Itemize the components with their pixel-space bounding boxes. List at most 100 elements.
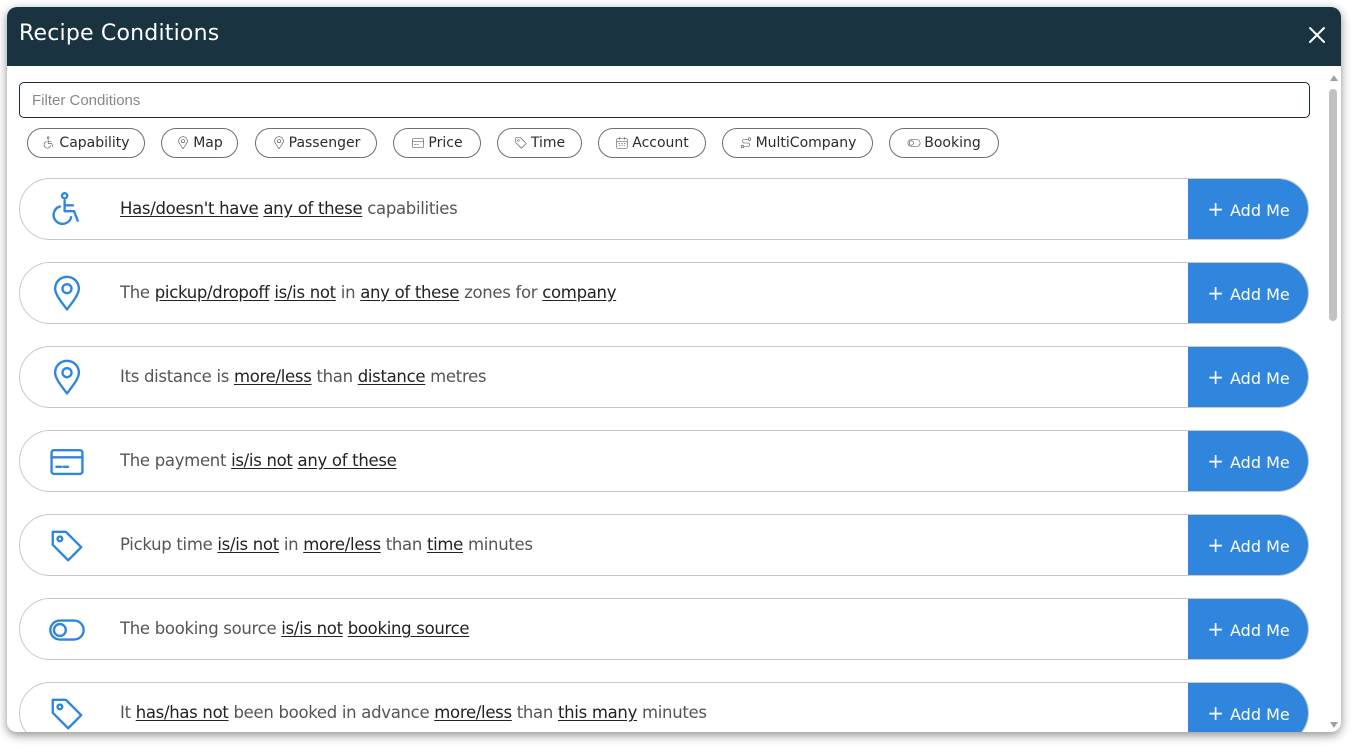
add-me-label: Add Me: [1230, 620, 1290, 640]
chip-label: Passenger: [288, 135, 361, 151]
scrollbar-thumb[interactable]: [1329, 89, 1337, 321]
dialog-header: Recipe Conditions: [7, 7, 1341, 66]
chip-booking[interactable]: Booking: [889, 128, 999, 158]
dialog-title: Recipe Conditions: [19, 21, 220, 46]
calendar-icon: [615, 136, 629, 150]
condition-parameter-link[interactable]: more/less: [434, 703, 512, 722]
add-me-label: Add Me: [1230, 536, 1290, 556]
wheelchair-icon: [52, 191, 79, 226]
tag-icon: [48, 527, 88, 565]
chip-price[interactable]: Price: [393, 128, 481, 158]
condition-text-segment: The booking source: [120, 619, 282, 638]
chip-map[interactable]: Map: [161, 128, 238, 158]
condition-row: Pickup time is/is not in more/less than …: [19, 514, 1309, 576]
add-me-label: Add Me: [1230, 452, 1290, 472]
wheelchair-icon: [48, 191, 88, 229]
tag-icon: [48, 695, 88, 732]
condition-text-segment: Pickup time: [120, 535, 218, 554]
condition-parameter-link[interactable]: is/is not: [231, 451, 293, 470]
condition-parameter-link[interactable]: has/has not: [136, 703, 229, 722]
chip-label: Price: [428, 135, 463, 151]
tag-icon: [515, 137, 527, 149]
toggle-icon: [49, 619, 85, 641]
condition-parameter-link[interactable]: more/less: [303, 535, 381, 554]
condition-parameter-link[interactable]: this many: [558, 703, 637, 722]
plus-icon: +: [1207, 197, 1225, 221]
condition-parameter-link[interactable]: Has/doesn't have: [120, 199, 259, 218]
condition-text-segment: than: [380, 535, 427, 554]
condition-text-segment: capabilities: [362, 199, 458, 218]
plus-icon: +: [1207, 365, 1225, 389]
condition-text-segment: zones for: [459, 283, 543, 302]
toggle-icon: [907, 139, 921, 147]
condition-text: Pickup time is/is not in more/less than …: [120, 535, 533, 554]
map-pin-icon: [53, 359, 81, 395]
credit-card-icon: [412, 138, 425, 148]
condition-text: The booking source is/is not booking sou…: [120, 619, 470, 638]
plus-icon: +: [1207, 281, 1225, 305]
add-me-label: Add Me: [1230, 200, 1290, 220]
condition-parameter-link[interactable]: booking source: [348, 619, 470, 638]
condition-parameter-link[interactable]: time: [427, 535, 463, 554]
condition-row: Has/doesn't have any of these capabiliti…: [19, 178, 1309, 240]
add-me-button[interactable]: + Add Me: [1188, 515, 1308, 575]
condition-parameter-link[interactable]: is/is not: [217, 535, 279, 554]
add-me-button[interactable]: + Add Me: [1188, 431, 1308, 491]
chip-capability[interactable]: Capability: [27, 128, 145, 158]
condition-parameter-link[interactable]: distance: [358, 367, 426, 386]
add-me-button[interactable]: + Add Me: [1188, 599, 1308, 659]
condition-text-segment: The payment: [120, 451, 232, 470]
map-pin-icon: [48, 359, 88, 397]
condition-text: Has/doesn't have any of these capabiliti…: [120, 199, 458, 218]
scroll-up-arrow-icon[interactable]: [1328, 73, 1340, 83]
condition-text: The pickup/dropoff is/is not in any of t…: [120, 283, 616, 302]
condition-parameter-link[interactable]: any of these: [298, 451, 397, 470]
condition-text-segment: metres: [425, 367, 487, 386]
route-icon: [740, 137, 751, 149]
condition-parameter-link[interactable]: is/is not: [274, 283, 336, 302]
chip-time[interactable]: Time: [497, 128, 582, 158]
condition-parameter-link[interactable]: more/less: [234, 367, 312, 386]
condition-parameter-link[interactable]: any of these: [360, 283, 459, 302]
credit-card-icon: [411, 136, 425, 150]
chip-passenger[interactable]: Passenger: [255, 128, 377, 158]
chip-account[interactable]: Account: [598, 128, 706, 158]
condition-text-segment: The: [120, 283, 155, 302]
scrollbar[interactable]: [1327, 73, 1341, 732]
add-me-label: Add Me: [1230, 704, 1290, 724]
condition-parameter-link[interactable]: is/is not: [281, 619, 343, 638]
filter-conditions-input[interactable]: [19, 82, 1310, 118]
chip-label: Map: [193, 135, 223, 151]
add-me-button[interactable]: + Add Me: [1188, 683, 1308, 732]
condition-text-segment: minutes: [463, 535, 533, 554]
plus-icon: +: [1207, 449, 1225, 473]
condition-text: Its distance is more/less than distance …: [120, 367, 487, 386]
map-pin-icon: [272, 136, 286, 150]
condition-parameter-link[interactable]: company: [542, 283, 616, 302]
plus-icon: +: [1207, 701, 1225, 725]
condition-row: It has/has not been booked in advance mo…: [19, 682, 1309, 732]
condition-text-segment: It: [120, 703, 136, 722]
add-me-button[interactable]: + Add Me: [1188, 263, 1308, 323]
scroll-down-arrow-icon[interactable]: [1328, 720, 1340, 730]
map-pin-icon: [176, 136, 190, 150]
condition-parameter-link[interactable]: pickup/dropoff: [155, 283, 270, 302]
wheelchair-icon: [44, 136, 54, 149]
map-pin-icon: [48, 275, 88, 313]
tag-icon: [51, 530, 83, 562]
route-icon: [739, 136, 753, 150]
tag-icon: [51, 698, 83, 730]
add-me-button[interactable]: + Add Me: [1188, 347, 1308, 407]
toggle-icon: [907, 136, 921, 150]
map-pin-icon: [178, 136, 188, 149]
chip-label: Account: [632, 135, 689, 151]
chip-multicompany[interactable]: MultiCompany: [722, 128, 873, 158]
close-icon[interactable]: [1307, 25, 1327, 45]
condition-parameter-link[interactable]: any of these: [263, 199, 362, 218]
calendar-icon: [616, 137, 628, 149]
add-me-button[interactable]: + Add Me: [1188, 179, 1308, 239]
condition-text-segment: in: [278, 535, 304, 554]
condition-text: It has/has not been booked in advance mo…: [120, 703, 707, 722]
condition-text-segment: in: [335, 283, 361, 302]
chip-label: Time: [530, 135, 566, 151]
